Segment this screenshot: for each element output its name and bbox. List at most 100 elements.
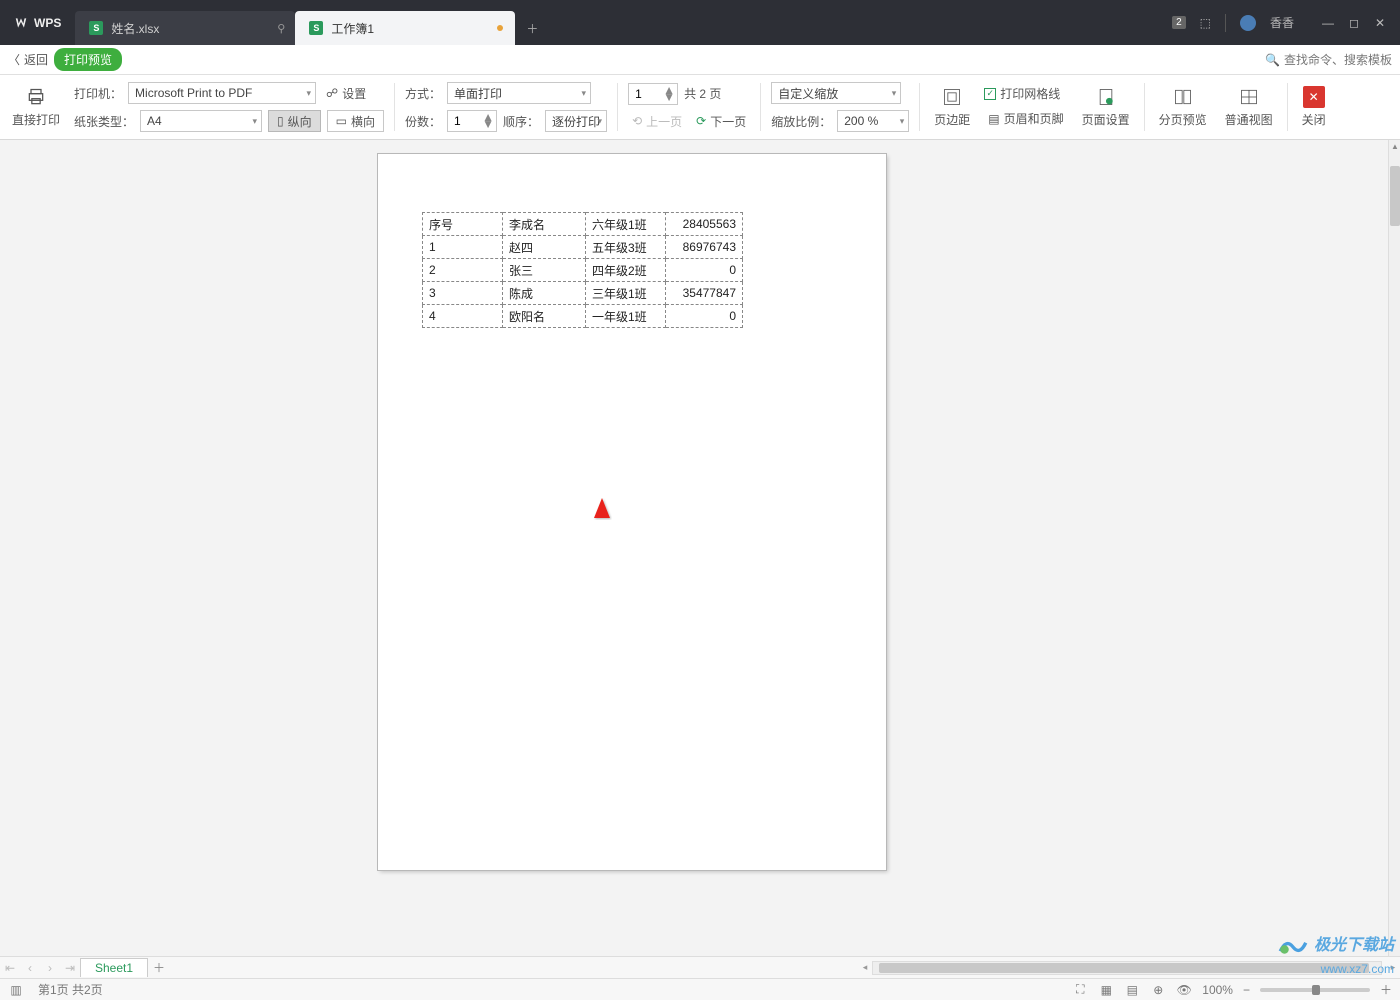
prev-label: 上一页 bbox=[646, 113, 682, 130]
page-info: 第1页 共2页 bbox=[38, 981, 103, 998]
mode-label: 方式： bbox=[405, 85, 441, 102]
close-icon: ✕ bbox=[1303, 86, 1325, 108]
page-setup-button[interactable]: 页面设置 bbox=[1078, 86, 1134, 128]
next-page-button[interactable]: ⟳下一页 bbox=[692, 111, 750, 132]
eye-icon[interactable]: 👁 bbox=[1176, 983, 1192, 997]
notification-badge[interactable]: 2 bbox=[1172, 16, 1186, 29]
close-window-button[interactable]: ✕ bbox=[1368, 13, 1392, 33]
header-footer-button[interactable]: ▤页眉和页脚 bbox=[984, 108, 1067, 129]
layout-icon[interactable]: ▥ bbox=[8, 983, 24, 997]
zoom-in-button[interactable]: ＋ bbox=[1380, 981, 1392, 998]
separator bbox=[1144, 83, 1145, 131]
view-reading-icon[interactable]: ⊕ bbox=[1150, 983, 1166, 997]
printer-settings-button[interactable]: ☍设置 bbox=[322, 83, 370, 104]
print-preview-pill: 打印预览 bbox=[54, 48, 122, 71]
vertical-scrollbar[interactable]: ▲ ▼ bbox=[1388, 140, 1400, 965]
cell: 1 bbox=[423, 236, 503, 259]
title-right: 2 ⬚ 香香 — ◻ ✕ bbox=[1172, 0, 1400, 45]
scrollbar-thumb[interactable] bbox=[879, 963, 1369, 973]
link-icon: ☍ bbox=[326, 86, 338, 100]
sheet-nav-last[interactable]: ⇥ bbox=[60, 961, 80, 975]
page-setup-label: 页面设置 bbox=[1082, 111, 1130, 128]
scrollbar-thumb[interactable] bbox=[1390, 166, 1400, 226]
order-value: 逐份打印 bbox=[552, 113, 600, 130]
zoom-mode-select[interactable]: 自定义缩放▾ bbox=[771, 82, 901, 104]
separator bbox=[394, 83, 395, 131]
cell: 李成名 bbox=[503, 213, 586, 236]
gridlines-checkbox[interactable]: ✓打印网格线 bbox=[984, 85, 1067, 102]
title-bar: WPS S 姓名.xlsx ⚲ S 工作簿1 ＋ 2 ⬚ 香香 — ◻ ✕ bbox=[0, 0, 1400, 45]
cell: 4 bbox=[423, 305, 503, 328]
search-placeholder: 查找命令、搜索模板 bbox=[1284, 51, 1392, 68]
order-select[interactable]: 逐份打印▾ bbox=[545, 110, 607, 132]
cell: 35477847 bbox=[666, 282, 743, 305]
page-number-spinner[interactable]: 1▲▼ bbox=[628, 83, 678, 105]
landscape-label: 横向 bbox=[351, 113, 375, 130]
table-row: 3陈成三年级1班35477847 bbox=[423, 282, 743, 305]
user-name[interactable]: 香香 bbox=[1270, 14, 1294, 31]
sheet-tab[interactable]: Sheet1 bbox=[80, 958, 148, 977]
fullscreen-icon[interactable]: ⛶ bbox=[1072, 983, 1088, 997]
slider-knob[interactable] bbox=[1312, 985, 1320, 995]
margins-button[interactable]: 页边距 bbox=[930, 86, 974, 128]
command-search[interactable]: 🔍 查找命令、搜索模板 bbox=[1265, 51, 1392, 68]
scroll-up-icon[interactable]: ▲ bbox=[1389, 140, 1400, 152]
mode-select[interactable]: 单面打印▾ bbox=[447, 82, 591, 104]
chevron-down-icon: ▾ bbox=[307, 88, 312, 99]
view-normal-icon[interactable]: ▦ bbox=[1098, 983, 1114, 997]
sheet-nav-prev[interactable]: ‹ bbox=[20, 961, 40, 975]
cell: 四年级2班 bbox=[586, 259, 666, 282]
page-break-preview-button[interactable]: 分页预览 bbox=[1155, 86, 1211, 128]
tab-file-2[interactable]: S 工作簿1 bbox=[295, 11, 515, 45]
printer-value: Microsoft Print to PDF bbox=[135, 86, 252, 100]
zoom-ratio-select[interactable]: 200 %▾ bbox=[837, 110, 909, 132]
printer-icon bbox=[23, 86, 49, 108]
copies-label: 份数： bbox=[405, 113, 441, 130]
add-sheet-button[interactable]: ＋ bbox=[148, 959, 170, 976]
chevron-left-icon: 〈 bbox=[8, 51, 20, 68]
zoom-out-button[interactable]: − bbox=[1243, 983, 1250, 997]
tab-file-1[interactable]: S 姓名.xlsx ⚲ bbox=[75, 11, 295, 45]
maximize-button[interactable]: ◻ bbox=[1342, 13, 1366, 33]
view-pagebreak-icon[interactable]: ▤ bbox=[1124, 983, 1140, 997]
mode-value: 单面打印 bbox=[454, 85, 502, 102]
user-avatar-icon[interactable] bbox=[1240, 15, 1256, 31]
cell: 张三 bbox=[503, 259, 586, 282]
new-tab-button[interactable]: ＋ bbox=[515, 11, 549, 45]
orientation-portrait-button[interactable]: ▯纵向 bbox=[268, 110, 321, 132]
zoom-value[interactable]: 100% bbox=[1202, 983, 1233, 997]
printer-select[interactable]: Microsoft Print to PDF ▾ bbox=[128, 82, 316, 104]
sheet-nav-first[interactable]: ⇤ bbox=[0, 961, 20, 975]
back-button[interactable]: 〈 返回 bbox=[8, 51, 48, 68]
gridlines-label: 打印网格线 bbox=[1000, 85, 1060, 102]
scroll-right-icon[interactable]: ▸ bbox=[1386, 962, 1400, 973]
apps-icon[interactable]: ⬚ bbox=[1200, 16, 1211, 30]
scroll-left-icon[interactable]: ◂ bbox=[858, 962, 872, 973]
table-row: 1赵四五年级3班86976743 bbox=[423, 236, 743, 259]
page-break-icon bbox=[1170, 86, 1196, 108]
zoom-mode-value: 自定义缩放 bbox=[778, 85, 838, 102]
chevron-down-icon[interactable]: ▼ bbox=[482, 121, 494, 128]
normal-view-button[interactable]: 普通视图 bbox=[1221, 86, 1277, 128]
cell: 序号 bbox=[423, 213, 503, 236]
spreadsheet-icon: S bbox=[309, 21, 323, 35]
prev-page-button: ⟲上一页 bbox=[628, 111, 686, 132]
chevron-down-icon[interactable]: ▼ bbox=[663, 94, 675, 101]
zoom-slider[interactable] bbox=[1260, 988, 1370, 992]
paper-select[interactable]: A4▾ bbox=[140, 110, 262, 132]
minimize-button[interactable]: — bbox=[1316, 13, 1340, 33]
window-controls: — ◻ ✕ bbox=[1316, 13, 1392, 33]
status-bar: ▥ 第1页 共2页 ⛶ ▦ ▤ ⊕ 👁 100% − ＋ bbox=[0, 978, 1400, 1000]
zoom-ratio-value: 200 % bbox=[844, 114, 878, 128]
table-row: 2张三四年级2班0 bbox=[423, 259, 743, 282]
portrait-icon: ▯ bbox=[277, 114, 284, 128]
copies-spinner[interactable]: 1▲▼ bbox=[447, 110, 497, 132]
cell: 一年级1班 bbox=[586, 305, 666, 328]
horizontal-scrollbar[interactable] bbox=[872, 961, 1382, 975]
sheet-nav-next[interactable]: › bbox=[40, 961, 60, 975]
table-row: 序号李成名六年级1班28405563 bbox=[423, 213, 743, 236]
close-preview-button[interactable]: ✕ 关闭 bbox=[1298, 86, 1330, 128]
orientation-landscape-button[interactable]: ▭横向 bbox=[327, 110, 384, 132]
pin-icon[interactable]: ⚲ bbox=[277, 22, 285, 35]
direct-print-button[interactable]: 直接打印 bbox=[8, 86, 64, 128]
